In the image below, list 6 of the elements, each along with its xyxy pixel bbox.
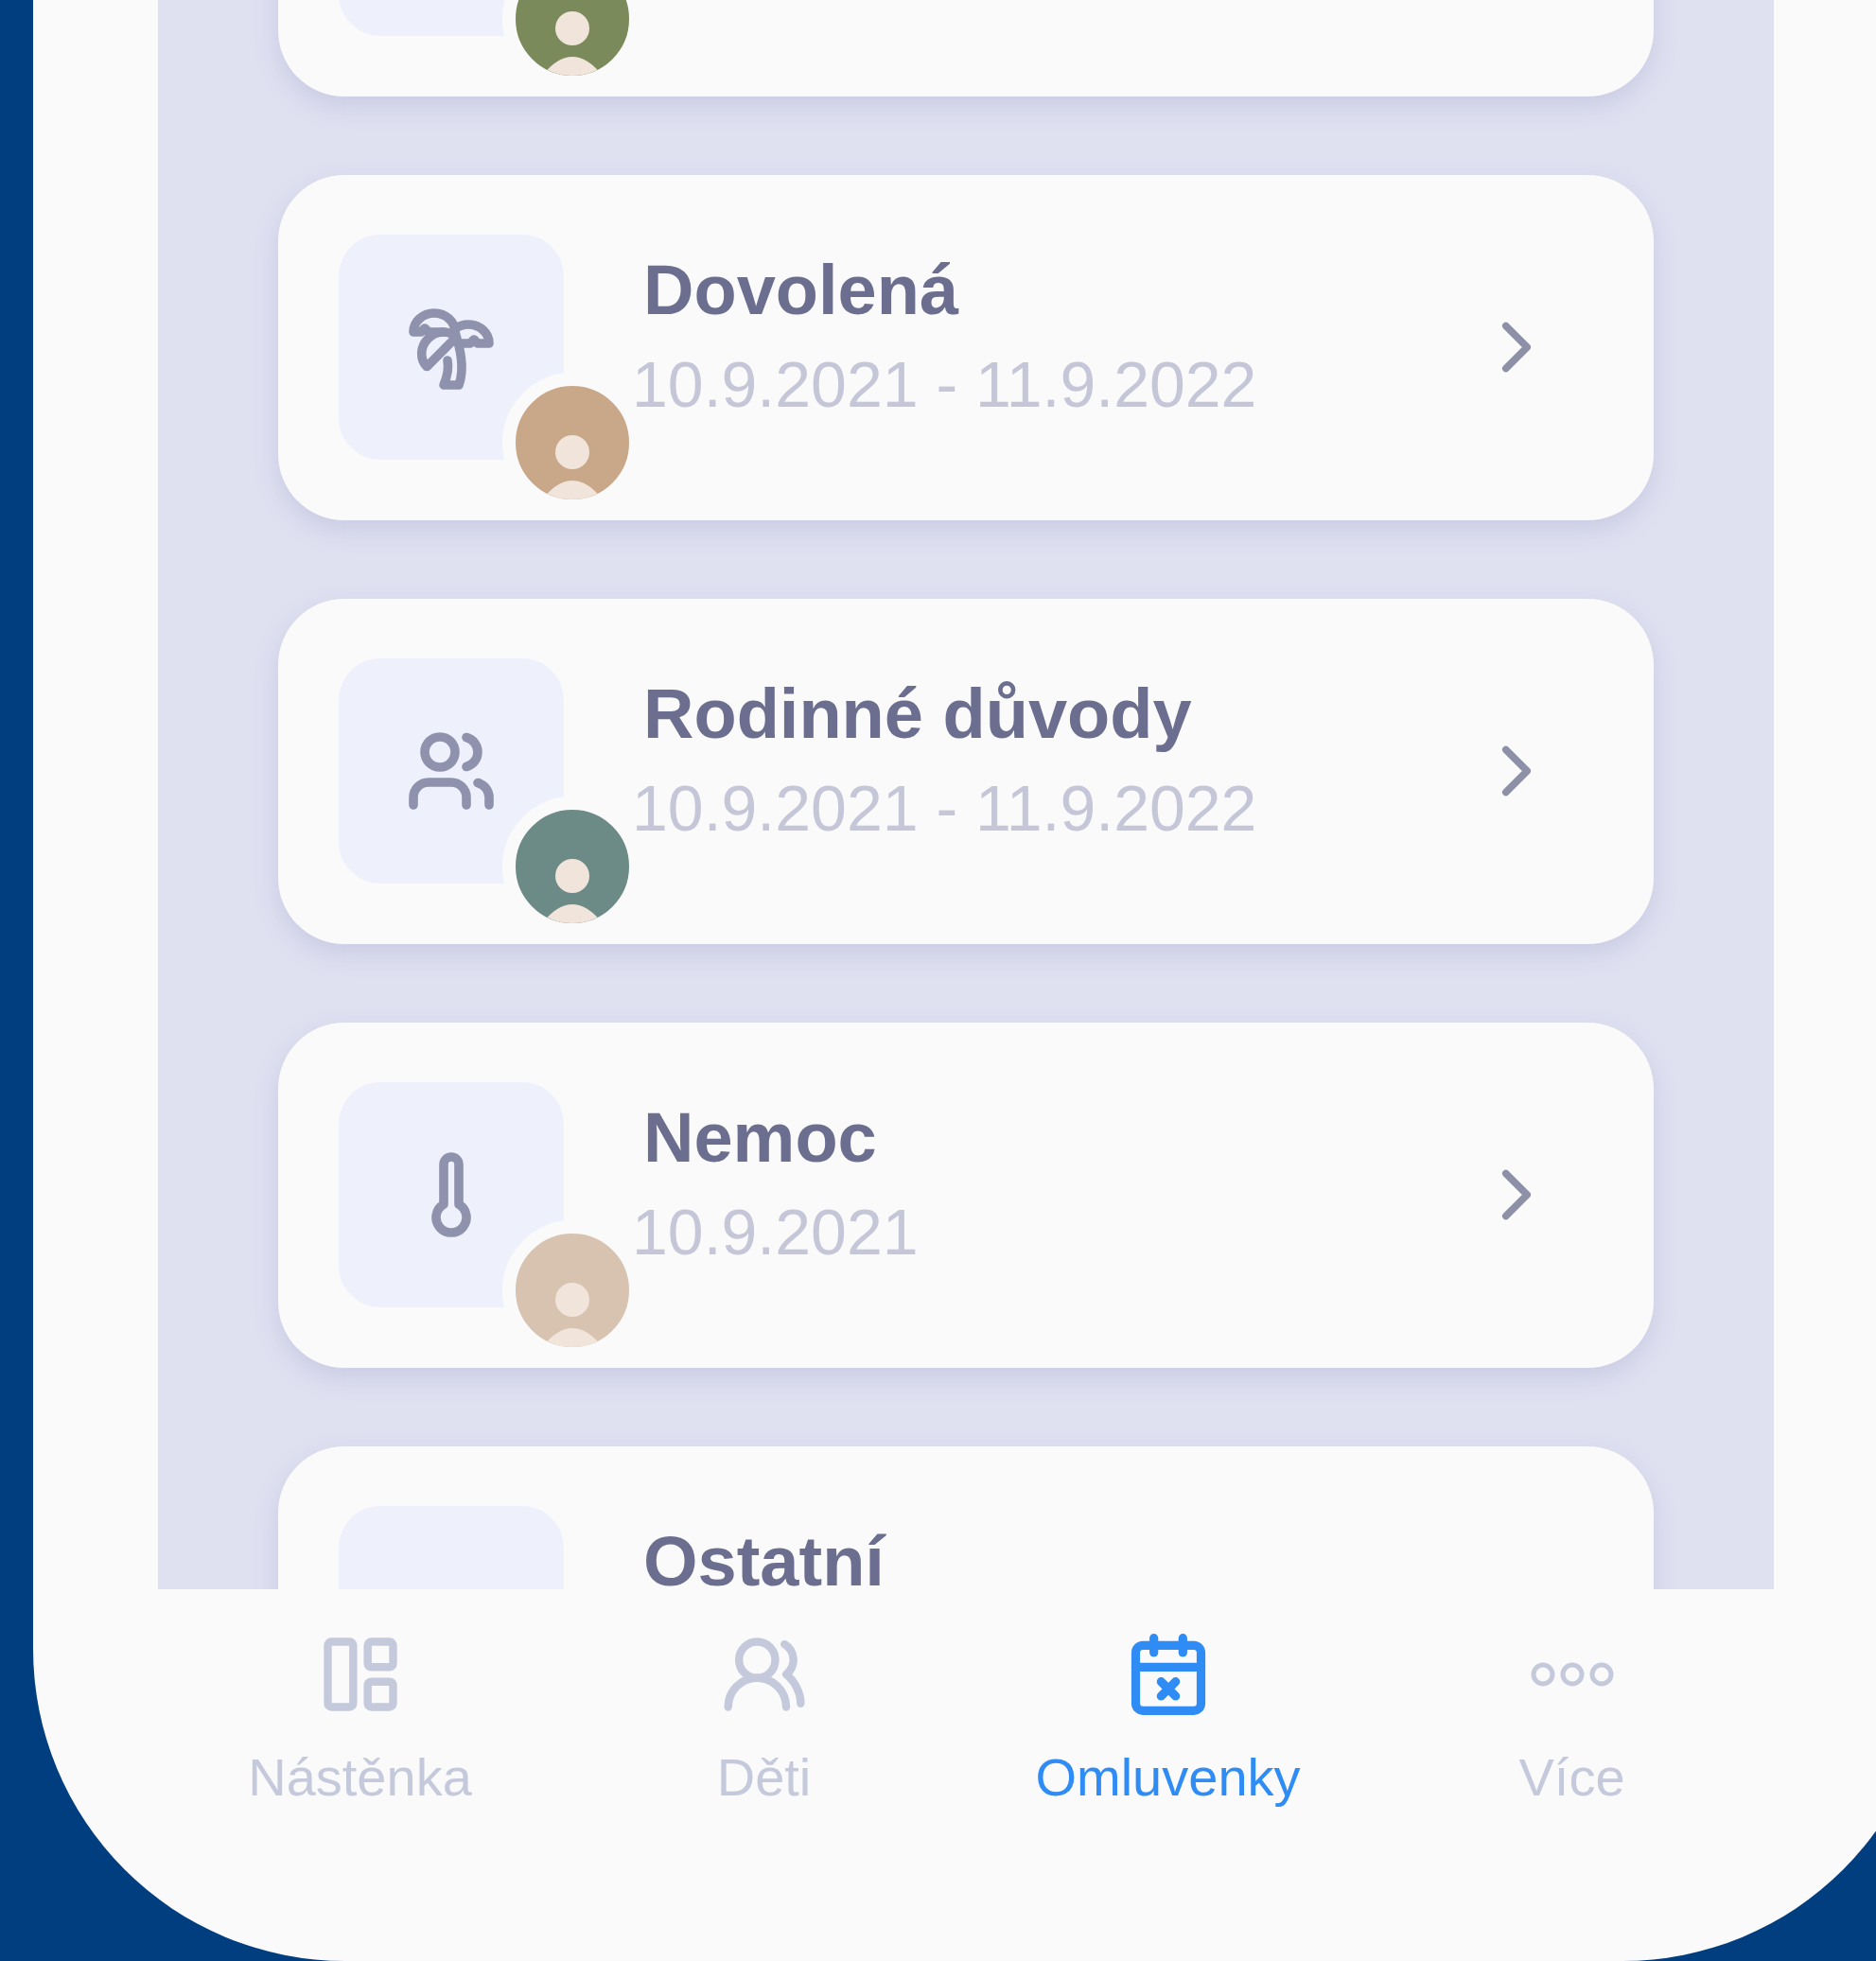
excuse-title: Nemoc bbox=[642, 1099, 878, 1177]
excuse-title: Rodinné důvody bbox=[642, 675, 1193, 753]
excuse-card[interactable]: Ostatní bbox=[278, 1446, 1654, 1589]
excuse-title: Dovolená bbox=[642, 252, 960, 329]
nav-tab[interactable]: Omluvenky bbox=[966, 1627, 1370, 1808]
excuse-title: Ostatní bbox=[642, 1523, 887, 1589]
